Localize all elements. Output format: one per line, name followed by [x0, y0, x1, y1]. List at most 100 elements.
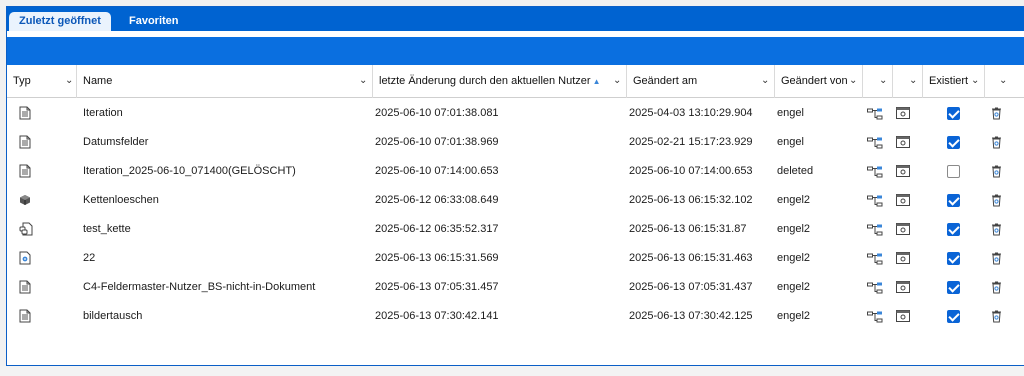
chevron-down-icon[interactable]: ⌄	[909, 75, 917, 86]
row-last-change: 2025-06-13 07:05:31.457	[375, 281, 499, 293]
row-changed-on: 2025-06-13 06:15:31.463	[629, 252, 753, 264]
column-exists[interactable]: Existiert ⌄	[923, 65, 985, 98]
column-exists-label: Existiert	[929, 75, 969, 87]
chevron-down-icon[interactable]: ⌄	[971, 75, 979, 86]
hierarchy-icon[interactable]	[867, 137, 883, 152]
hierarchy-icon[interactable]	[867, 311, 883, 326]
document-icon	[19, 309, 31, 326]
open-window-icon[interactable]	[896, 223, 910, 238]
chevron-down-icon[interactable]: ⌄	[613, 75, 621, 86]
trash-icon[interactable]	[991, 165, 1002, 181]
row-name[interactable]: Kettenloeschen	[83, 186, 159, 215]
row-name[interactable]: Iteration_2025-06-10_071400(GELÖSCHT)	[83, 157, 296, 186]
open-window-icon[interactable]	[896, 165, 910, 180]
open-window-icon[interactable]	[896, 252, 910, 267]
open-window-icon[interactable]	[896, 281, 910, 296]
row-last-change: 2025-06-12 06:33:08.649	[375, 194, 499, 206]
row-changed-by: deleted	[777, 165, 814, 177]
exists-checkbox[interactable]	[947, 136, 960, 149]
column-delete[interactable]: ⌄	[985, 65, 1024, 98]
chevron-down-icon[interactable]: ⌄	[849, 75, 857, 86]
table-row[interactable]: test_kette 2025-06-12 06:35:52.317 2025-06…	[7, 215, 1024, 244]
tab-favorites[interactable]: Favoriten	[119, 12, 189, 31]
recent-files-panel: Zuletzt geöffnet Favoriten Typ ⌄ Name ⌄ …	[6, 6, 1024, 366]
table-row[interactable]: bildertausch 2025-06-13 07:30:42.141 2025-…	[7, 302, 1024, 331]
open-window-icon[interactable]	[896, 310, 910, 325]
exists-checkbox[interactable]	[947, 165, 960, 178]
trash-icon[interactable]	[991, 194, 1002, 210]
table-row[interactable]: C4-Feldermaster-Nutzer_BS-nicht-in-Dokum…	[7, 273, 1024, 302]
column-hierarchy[interactable]: ⌄	[863, 65, 893, 98]
chevron-down-icon[interactable]: ⌄	[359, 75, 367, 86]
trash-icon[interactable]	[991, 107, 1002, 123]
exists-checkbox[interactable]	[947, 281, 960, 294]
trash-icon[interactable]	[991, 223, 1002, 239]
hierarchy-icon[interactable]	[867, 108, 883, 123]
table-row[interactable]: Kettenloeschen 2025-06-12 06:33:08.649 202…	[7, 186, 1024, 215]
document-icon	[19, 106, 31, 123]
row-changed-on: 2025-06-13 06:15:31.87	[629, 223, 747, 235]
open-window-icon[interactable]	[896, 136, 910, 151]
column-last-change[interactable]: letzte Änderung durch den aktuellen Nutz…	[373, 65, 627, 98]
table-row[interactable]: Datumsfelder 2025-06-10 07:01:38.969 2025-…	[7, 128, 1024, 157]
row-name[interactable]: test_kette	[83, 215, 131, 244]
row-name[interactable]: Datumsfelder	[83, 128, 148, 157]
hierarchy-icon[interactable]	[867, 195, 883, 210]
open-window-icon[interactable]	[896, 194, 910, 209]
hierarchy-icon[interactable]	[867, 166, 883, 181]
column-changed-on-label: Geändert am	[633, 75, 698, 87]
hierarchy-icon[interactable]	[867, 253, 883, 268]
table-row[interactable]: Iteration 2025-06-10 07:01:38.081 2025-04-…	[7, 99, 1024, 128]
open-window-icon[interactable]	[896, 107, 910, 122]
row-last-change: 2025-06-13 06:15:31.569	[375, 252, 499, 264]
tab-bar: Zuletzt geöffnet Favoriten	[7, 7, 1024, 31]
row-changed-on: 2025-06-13 07:30:42.125	[629, 310, 753, 322]
tab-recent[interactable]: Zuletzt geöffnet	[9, 12, 111, 31]
chevron-down-icon[interactable]: ⌄	[999, 75, 1007, 86]
row-changed-by: engel	[777, 136, 804, 148]
row-changed-on: 2025-06-13 06:15:32.102	[629, 194, 753, 206]
column-open[interactable]: ⌄	[893, 65, 923, 98]
row-changed-on: 2025-06-13 07:05:31.437	[629, 281, 753, 293]
table-row[interactable]: 22 2025-06-13 06:15:31.569 2025-06-13 06:1…	[7, 244, 1024, 273]
column-changed-on[interactable]: Geändert am ⌄	[627, 65, 775, 98]
background-strip	[0, 366, 1024, 376]
row-changed-on: 2025-04-03 13:10:29.904	[629, 107, 753, 119]
row-name[interactable]: C4-Feldermaster-Nutzer_BS-nicht-in-Dokum…	[83, 273, 315, 302]
trash-icon[interactable]	[991, 136, 1002, 152]
trash-icon[interactable]	[991, 281, 1002, 297]
chain-document-icon	[19, 222, 33, 239]
sort-ascending-icon: ▲	[592, 77, 601, 86]
toolbar-band	[7, 31, 1024, 65]
row-changed-by: engel2	[777, 281, 811, 293]
column-type[interactable]: Typ ⌄	[7, 65, 77, 98]
trash-icon[interactable]	[991, 252, 1002, 268]
row-name[interactable]: bildertausch	[83, 302, 142, 331]
hierarchy-icon[interactable]	[867, 282, 883, 297]
exists-checkbox[interactable]	[947, 223, 960, 236]
row-changed-by: engel	[777, 107, 804, 119]
gear-document-icon	[19, 251, 31, 268]
exists-checkbox[interactable]	[947, 310, 960, 323]
row-last-change: 2025-06-10 07:14:00.653	[375, 165, 499, 177]
row-changed-on: 2025-06-10 07:14:00.653	[629, 165, 753, 177]
document-icon	[19, 164, 31, 181]
row-changed-by: engel2	[777, 223, 811, 235]
column-changed-by[interactable]: Geändert von ⌄	[775, 65, 863, 98]
hierarchy-icon[interactable]	[867, 224, 883, 239]
exists-checkbox[interactable]	[947, 194, 960, 207]
exists-checkbox[interactable]	[947, 107, 960, 120]
row-changed-by: engel2	[777, 252, 811, 264]
column-changed-by-label: Geändert von	[781, 75, 848, 87]
chevron-down-icon[interactable]: ⌄	[879, 75, 887, 86]
row-name[interactable]: 22	[83, 244, 95, 273]
table-row[interactable]: Iteration_2025-06-10_071400(GELÖSCHT) 202…	[7, 157, 1024, 186]
document-icon	[19, 280, 31, 297]
trash-icon[interactable]	[991, 310, 1002, 326]
column-name[interactable]: Name ⌄	[77, 65, 373, 98]
row-name[interactable]: Iteration	[83, 99, 123, 128]
chevron-down-icon[interactable]: ⌄	[761, 75, 769, 86]
exists-checkbox[interactable]	[947, 252, 960, 265]
column-last-change-label: letzte Änderung durch den aktuellen Nutz…	[379, 75, 601, 87]
chevron-down-icon[interactable]: ⌄	[65, 75, 73, 86]
